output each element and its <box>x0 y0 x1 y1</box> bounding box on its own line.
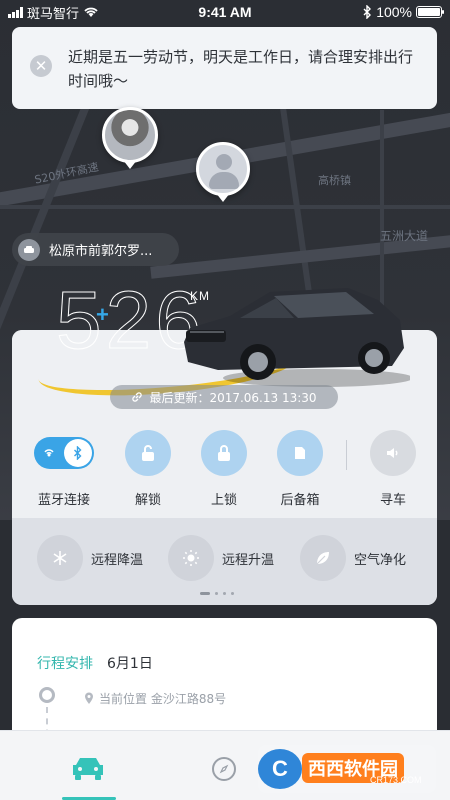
plus-icon: + <box>96 302 109 327</box>
find-car-button[interactable]: 寻车 <box>357 430 429 508</box>
tab-car-icon[interactable] <box>70 755 106 781</box>
trunk-label: 后备箱 <box>280 493 320 508</box>
bluetooth-button[interactable]: 蓝牙连接 <box>28 430 100 508</box>
vehicle-actions: 蓝牙连接 解锁 上锁 后备箱 寻车 <box>12 430 437 510</box>
car-location-text: 松原市前郭尔罗... <box>49 244 153 259</box>
trunk-button[interactable]: 后备箱 <box>264 430 336 508</box>
page-indicator <box>200 592 234 595</box>
bluetooth-label: 蓝牙连接 <box>37 493 90 508</box>
unlock-button[interactable]: 解锁 <box>112 430 184 508</box>
climate-controls: 远程降温 远程升温 空气净化 <box>12 535 437 585</box>
current-location-text: 当前位置 金沙江路88号 <box>99 692 227 706</box>
notice-text: 近期是五一劳动节，明天是工作日，请合理安排出行时间哦～ <box>68 48 414 90</box>
lock-icon <box>218 445 230 461</box>
unlock-icon <box>142 445 154 461</box>
remote-heating-button[interactable]: 远程升温 <box>168 535 274 581</box>
trip-schedule-card[interactable]: 行程安排 6月1日 当前位置 金沙江路88号 <box>12 618 437 748</box>
lock-label: 上锁 <box>210 493 237 508</box>
actions-divider <box>346 440 347 470</box>
tab-compass-icon[interactable] <box>212 757 236 781</box>
unlock-label: 解锁 <box>134 493 161 508</box>
leaf-icon <box>316 552 329 565</box>
holiday-notice: ✕ 近期是五一劳动节，明天是工作日，请合理安排出行时间哦～ <box>12 27 437 109</box>
bluetooth-toggle[interactable] <box>34 437 94 469</box>
trunk-icon <box>295 447 305 459</box>
last-update-pill: 最后更新：2017.06.13 13:30 <box>110 385 338 409</box>
status-time: 9:41 AM <box>198 4 252 20</box>
battery-icon <box>416 6 444 18</box>
friend-avatar-pin[interactable] <box>102 107 158 169</box>
sun-icon <box>183 550 199 566</box>
remote-cooling-label: 远程降温 <box>91 552 144 568</box>
lock-button[interactable]: 上锁 <box>188 430 260 508</box>
avatar-placeholder-icon <box>216 154 232 170</box>
route-start-node <box>39 687 55 703</box>
remote-cooling-button[interactable]: 远程降温 <box>37 535 143 581</box>
user-avatar-pin[interactable] <box>196 142 250 202</box>
map-label-avenue: 五洲大道 <box>380 229 429 243</box>
remote-heating-label: 远程升温 <box>222 552 275 568</box>
air-purify-label: 空气净化 <box>354 552 407 568</box>
watermark-logo: C 西西软件园 CR173.COM <box>258 745 436 793</box>
wifi-signal-icon <box>44 449 54 457</box>
speaker-icon <box>387 448 398 458</box>
trip-date: 6月1日 <box>107 656 153 672</box>
bluetooth-icon <box>74 446 82 460</box>
find-car-label: 寻车 <box>379 493 406 508</box>
current-location: 当前位置 金沙江路88号 <box>84 690 226 707</box>
air-purify-button[interactable]: 空气净化 <box>300 535 406 581</box>
status-bar: 斑马智行 9:41 AM 100% <box>0 0 450 24</box>
link-icon <box>132 392 143 402</box>
car-image <box>184 288 410 387</box>
car-location-chip[interactable]: 松原市前郭尔罗... <box>12 233 179 266</box>
watermark-domain: CR173.COM <box>370 775 422 785</box>
last-update-text: 最后更新：2017.06.13 13:30 <box>149 390 317 405</box>
car-icon <box>18 238 40 261</box>
snowflake-icon <box>53 551 67 565</box>
close-icon[interactable]: ✕ <box>30 55 52 77</box>
map-label-town: 高桥镇 <box>318 174 351 187</box>
location-pin-icon <box>85 692 93 704</box>
trip-title: 行程安排 <box>37 656 93 672</box>
watermark-c-icon: C <box>258 749 302 789</box>
